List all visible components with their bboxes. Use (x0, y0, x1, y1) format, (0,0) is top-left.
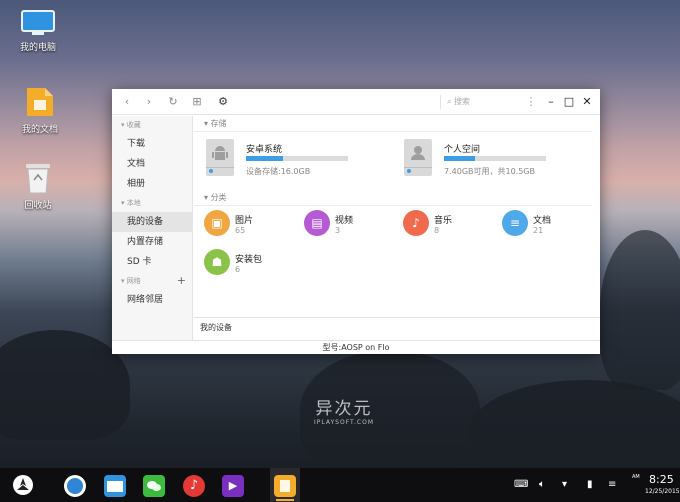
wechat-app-icon[interactable] (143, 475, 165, 497)
battery-icon[interactable]: ▮ (587, 478, 593, 492)
desktop-icon-my-computer[interactable]: 我的电脑 (8, 10, 68, 53)
category-name: 安装包 (235, 255, 263, 265)
sidebar-item-documents[interactable]: 文档 (112, 154, 192, 174)
storage-card-personal-space[interactable]: 个人空间 7.40GB可用，共10.5GB (404, 139, 554, 183)
watermark-logo: 异次元 IPLAYSOFT.COM (314, 399, 374, 426)
add-network-icon[interactable]: + (177, 272, 186, 290)
category-name: 文档 (533, 216, 552, 226)
volume-icon[interactable]: 🔈︎ (539, 478, 545, 492)
sidebar-item-photos[interactable]: 相册 (112, 174, 192, 194)
category-documents[interactable]: ≡ 文档 21 (502, 210, 602, 240)
storage-info: 7.40GB可用，共10.5GB (444, 167, 535, 176)
user-drive-icon (404, 139, 432, 176)
content-area: ▾ 存储 安卓系统 设备存储:16.0GB 个人空间 7.40GB可用，共10.… (194, 116, 600, 340)
back-icon[interactable]: ‹ (120, 95, 134, 109)
image-icon: ▣ (204, 210, 230, 236)
storage-info: 设备存储:16.0GB (246, 167, 311, 176)
desktop-icon-label: 我的电脑 (19, 43, 56, 53)
recycle-bin-icon (26, 164, 50, 194)
storage-usage-bar (444, 156, 546, 161)
active-indicator (276, 499, 294, 501)
category-images[interactable]: ▣ 图片 65 (204, 210, 304, 240)
refresh-icon[interactable]: ↻ (166, 95, 180, 109)
search-icon: ⌕ (447, 97, 452, 106)
desktop-icon-my-documents[interactable]: 我的文档 (10, 86, 70, 135)
category-name: 视频 (335, 216, 354, 226)
category-section-header: ▾ 分类 (194, 190, 592, 206)
storage-card-android-system[interactable]: 安卓系统 设备存储:16.0GB (206, 139, 356, 183)
search-input[interactable]: ⌕ 搜索 (440, 95, 526, 109)
sidebar-item-network-neighborhood[interactable]: 网络邻居 (112, 290, 192, 310)
sidebar: ▾ 收藏 下载 文档 相册 ▾ 本地 我的设备 内置存储 SD 卡 ▾ 网络 +… (112, 116, 193, 340)
taskbar: ♪ ▶ ⌨ 🔈︎ ▾ ▮ ≡ AM 8:25 12/25/2015 (0, 468, 680, 502)
apk-icon: ☗ (204, 249, 230, 275)
sidebar-item-downloads[interactable]: 下载 (112, 134, 192, 154)
forward-icon[interactable]: › (142, 95, 156, 109)
monitor-icon (21, 10, 55, 35)
desktop-icon-label: 回收站 (24, 201, 52, 211)
minimize-icon[interactable]: – (544, 94, 558, 110)
category-count: 8 (434, 226, 440, 235)
window-toolbar: ‹ › ↻ ⊞ ⚙ ⌕ 搜索 ⋮ – □ ✕ (112, 89, 600, 115)
music-icon: ♪ (403, 210, 429, 236)
document-icon: ≡ (502, 210, 528, 236)
maximize-icon[interactable]: □ (562, 94, 576, 110)
status-bar: 型号:AOSP on Flo (112, 340, 600, 354)
sidebar-item-my-device[interactable]: 我的设备 (112, 212, 192, 232)
category-count: 3 (335, 226, 341, 235)
grid-view-icon[interactable]: ⊞ (190, 95, 204, 109)
wifi-icon[interactable]: ▾ (562, 478, 567, 492)
category-count: 6 (235, 265, 241, 274)
settings-gear-icon[interactable]: ⚙ (216, 95, 230, 109)
category-name: 音乐 (434, 216, 453, 226)
category-name: 图片 (235, 216, 254, 226)
notifications-icon[interactable]: ≡ (608, 478, 616, 492)
mail-app-icon[interactable] (104, 475, 126, 497)
sidebar-group-local[interactable]: ▾ 本地 (112, 194, 192, 212)
music-app-icon[interactable]: ♪ (183, 475, 205, 497)
desktop-icon-recycle-bin[interactable]: 回收站 (8, 162, 68, 211)
file-manager-window: ‹ › ↻ ⊞ ⚙ ⌕ 搜索 ⋮ – □ ✕ ▾ 收藏 下载 文档 相册 ▾ 本… (112, 89, 600, 354)
browser-app-icon[interactable] (64, 475, 86, 497)
category-apk[interactable]: ☗ 安装包 6 (204, 249, 304, 279)
keyboard-icon[interactable]: ⌨ (514, 478, 528, 492)
start-menu-icon[interactable] (12, 474, 34, 496)
more-menu-icon[interactable]: ⋮ (524, 94, 538, 110)
sidebar-item-internal-storage[interactable]: 内置存储 (112, 232, 192, 252)
close-icon[interactable]: ✕ (580, 94, 594, 110)
storage-section-header: ▾ 存储 (194, 116, 592, 132)
search-placeholder: 搜索 (454, 97, 471, 106)
folder-icon (27, 88, 53, 116)
video-app-icon[interactable]: ▶ (222, 475, 244, 497)
sidebar-group-network[interactable]: ▾ 网络 + (112, 272, 192, 290)
file-manager-app-icon[interactable] (274, 475, 296, 497)
path-bar[interactable]: 我的设备 (194, 317, 600, 336)
video-icon: ▤ (304, 210, 330, 236)
desktop-icon-label: 我的文档 (21, 125, 58, 135)
category-count: 21 (533, 226, 544, 235)
storage-usage-bar (246, 156, 348, 161)
android-drive-icon (206, 139, 234, 176)
storage-name: 个人空间 (444, 145, 481, 155)
storage-name: 安卓系统 (246, 145, 283, 155)
category-videos[interactable]: ▤ 视频 3 (304, 210, 404, 240)
sidebar-item-sd-card[interactable]: SD 卡 (112, 252, 192, 272)
sidebar-group-favorites[interactable]: ▾ 收藏 (112, 116, 192, 134)
category-count: 65 (235, 226, 246, 235)
category-music[interactable]: ♪ 音乐 8 (403, 210, 503, 240)
